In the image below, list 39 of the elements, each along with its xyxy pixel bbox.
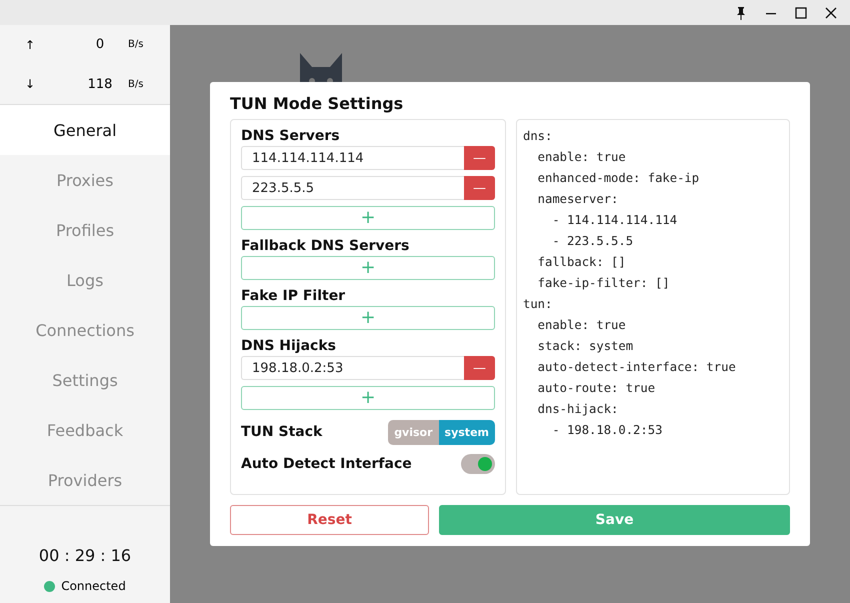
remove-button[interactable]: —: [464, 356, 495, 380]
nav-item[interactable]: Settings: [0, 355, 170, 405]
toggle-switch[interactable]: [461, 454, 495, 474]
add-button[interactable]: +: [241, 256, 495, 280]
yaml-text: dns: enable: true enhanced-mode: fake-ip nameserver: - 114.114.114.114 - 223.5.5.5 fallback: [] fake-ip-filter: [] tun: enable: true stack: system auto-detect-interface: true auto-route: true dns-hijack: - 198.18.0.2:53: [523, 128, 737, 439]
section-title: Auto Detect Interface: [241, 455, 412, 474]
traffic-unit: B/s: [127, 78, 144, 90]
nav-item[interactable]: General: [0, 105, 170, 155]
nav-item[interactable]: Connections: [0, 305, 170, 355]
nav-item[interactable]: Providers: [0, 455, 170, 505]
traffic-unit: B/s: [127, 39, 144, 50]
section-title: Fallback DNS Servers: [241, 237, 410, 256]
traffic-value: 0: [94, 37, 106, 52]
reset-button[interactable]: Reset: [230, 505, 429, 535]
nav-item[interactable]: Logs: [0, 255, 170, 305]
add-button[interactable]: +: [241, 386, 495, 410]
add-button[interactable]: +: [241, 306, 495, 330]
status-label: Connected: [61, 579, 126, 593]
section-title: DNS Servers: [241, 127, 341, 146]
dns-entry-field[interactable]: 114.114.114.114: [241, 146, 464, 170]
stack-option[interactable]: gvisor: [388, 420, 439, 444]
nav-item[interactable]: Proxies: [0, 155, 170, 205]
arrow-glyph: ↑: [24, 38, 36, 52]
section-title: Fake IP Filter: [241, 287, 346, 306]
uptime-timer: 00 : 29 : 16: [38, 546, 132, 565]
nav-item[interactable]: Feedback: [0, 405, 170, 455]
save-button[interactable]: Save: [439, 505, 790, 535]
remove-button[interactable]: —: [464, 146, 495, 170]
stack-option[interactable]: system: [438, 420, 495, 444]
dns-entry-field[interactable]: 198.18.0.2:53: [241, 356, 464, 380]
dns-entry-field[interactable]: 223.5.5.5: [241, 176, 464, 200]
add-button[interactable]: +: [241, 206, 495, 230]
section-title: DNS Hijacks: [241, 337, 337, 356]
nav-item[interactable]: Profiles: [0, 205, 170, 255]
section-title: TUN Stack: [241, 423, 322, 442]
remove-button[interactable]: —: [464, 176, 495, 200]
arrow-glyph: ↓: [24, 77, 36, 92]
traffic-value: 118: [86, 76, 114, 92]
dialog-title: TUN Mode Settings: [230, 94, 404, 113]
